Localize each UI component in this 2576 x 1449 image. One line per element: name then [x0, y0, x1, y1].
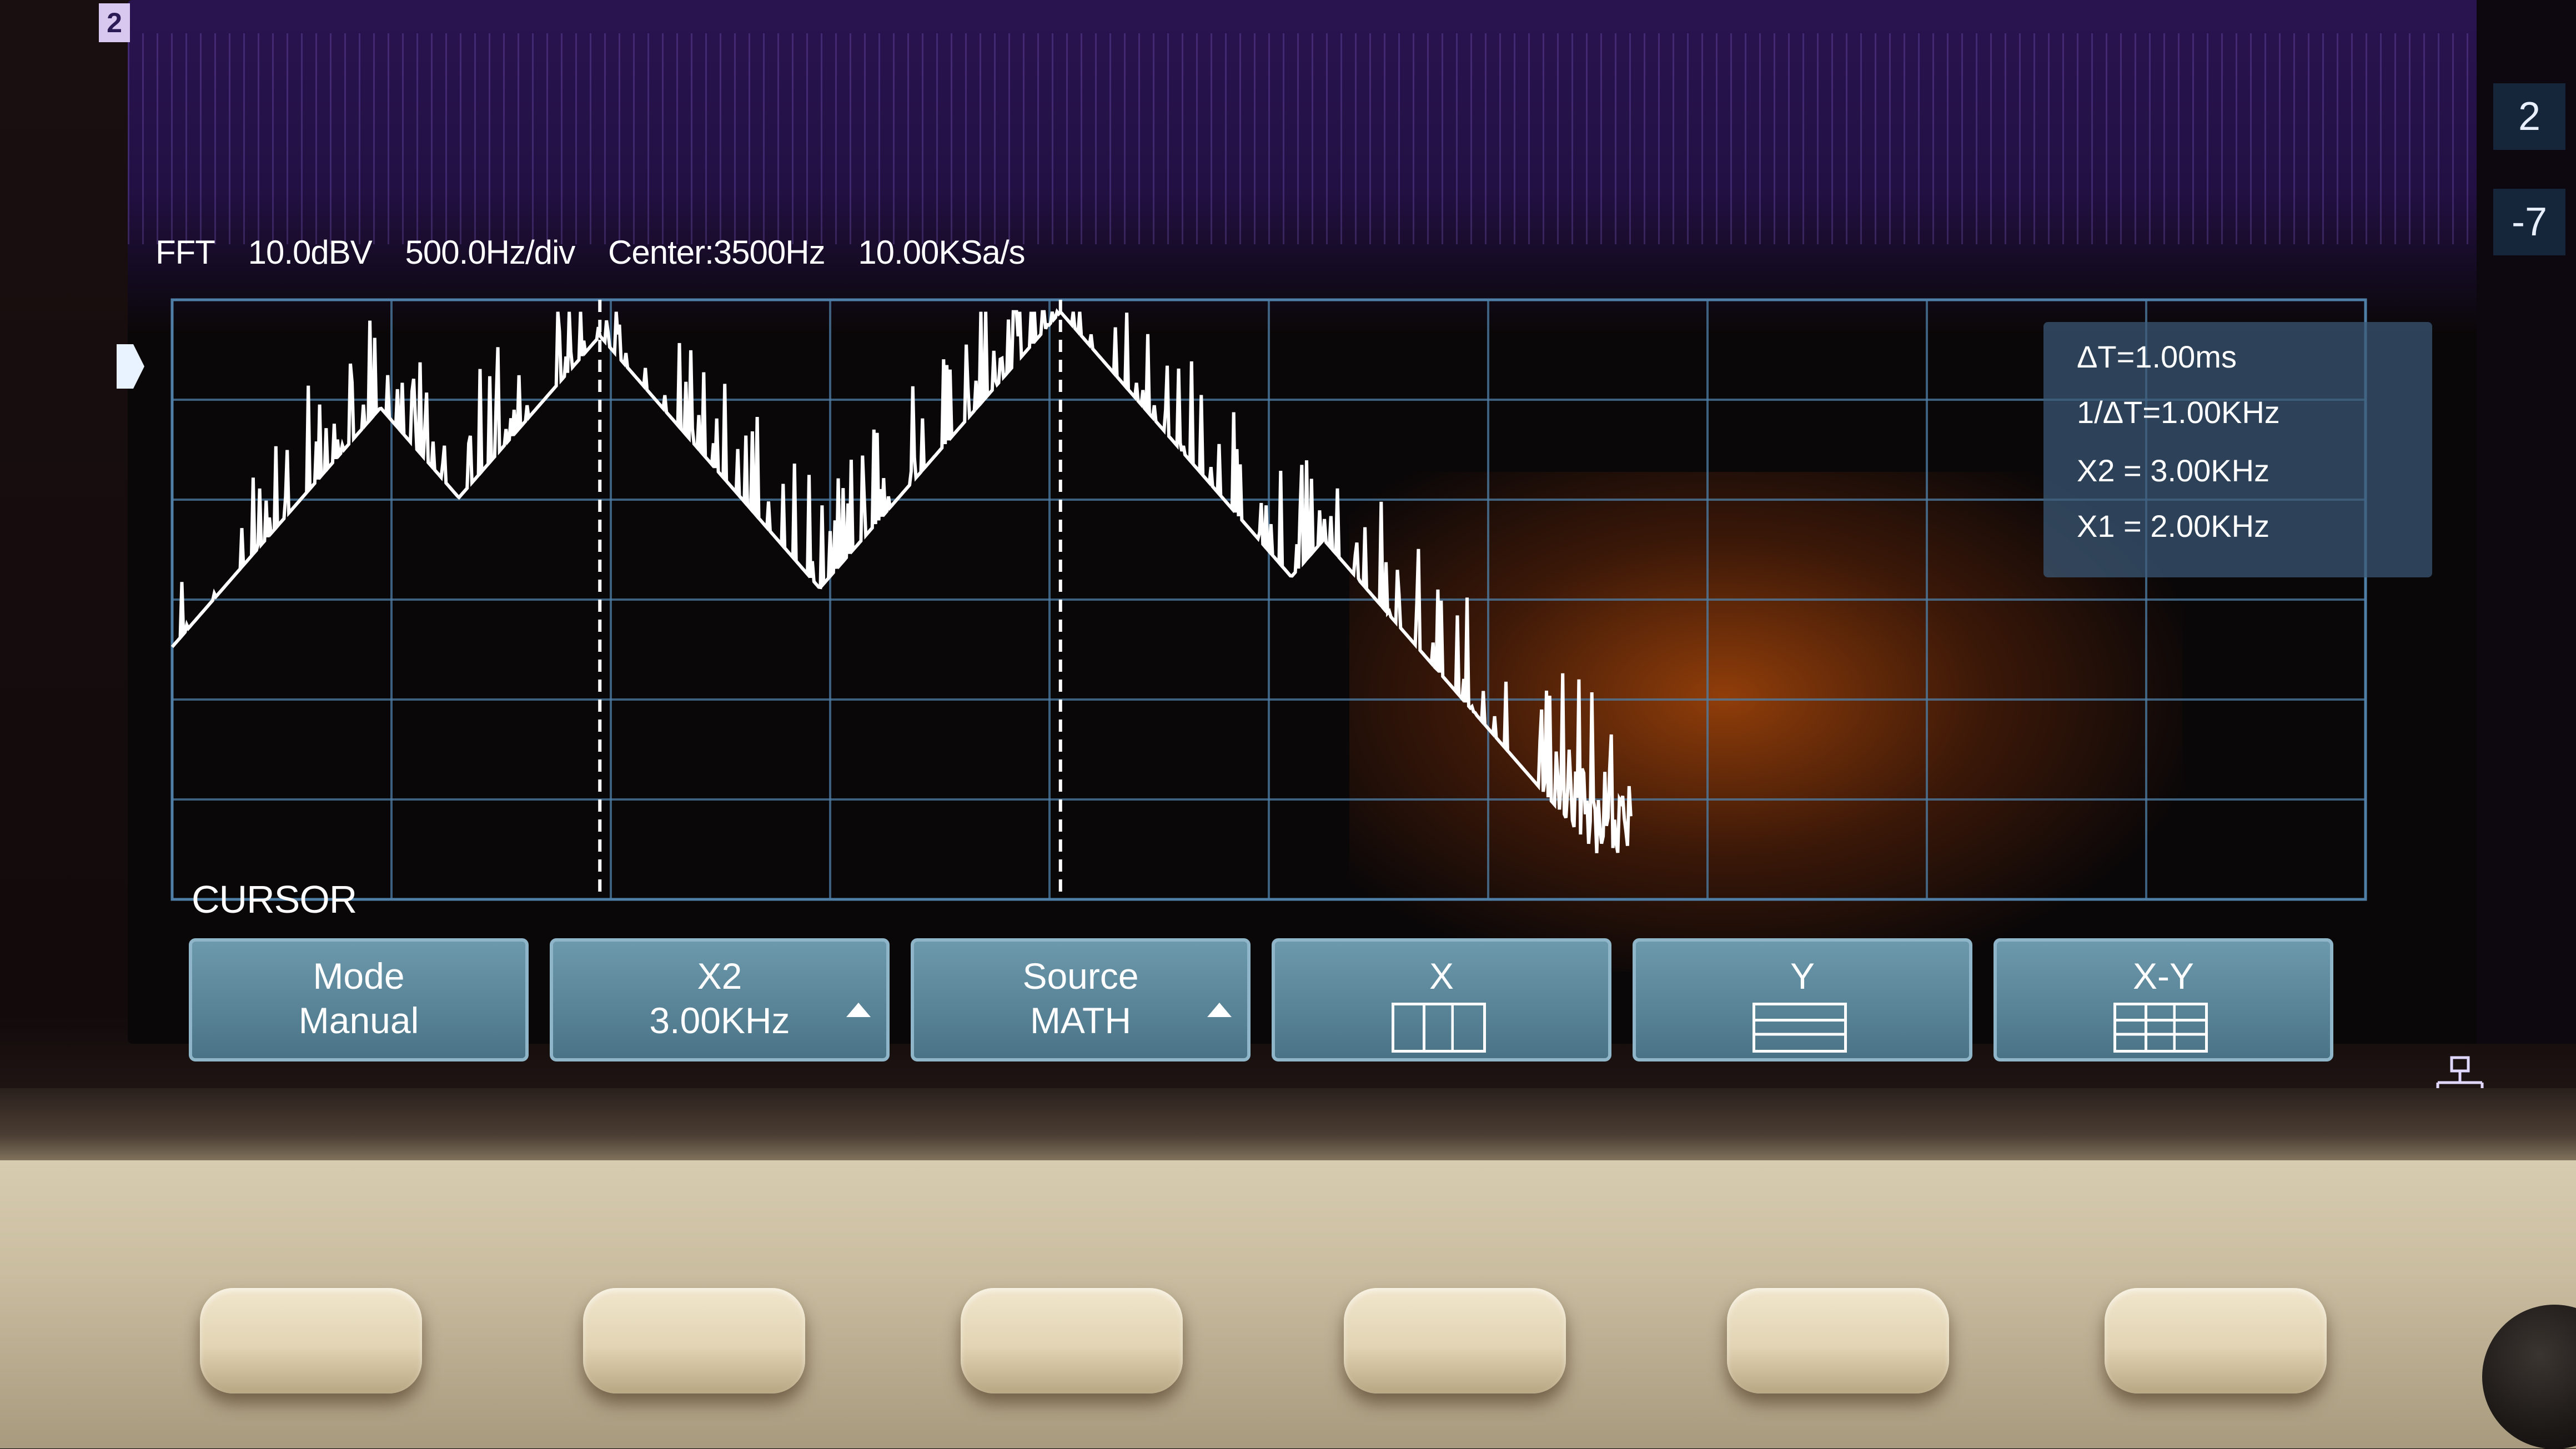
- xy-cursor-icon: [2113, 1003, 2208, 1053]
- source-softkey-label: Source: [1022, 955, 1139, 997]
- x1-readout: X1 = 2.00KHz: [2077, 509, 2270, 544]
- hardware-softkey-5[interactable]: [1727, 1288, 1949, 1393]
- cursor-readout-box: ΔT=1.00ms 1/ΔT=1.00KHz X2 = 3.00KHz X1 =…: [2043, 322, 2432, 577]
- source-softkey-value: MATH: [1030, 1000, 1132, 1041]
- hardware-softkey-6[interactable]: [2105, 1288, 2327, 1393]
- mode-softkey[interactable]: Mode Manual: [189, 938, 529, 1061]
- y-cursor-icon: [1753, 1003, 1847, 1053]
- xy-cursor-softkey[interactable]: X-Y: [1993, 938, 2333, 1061]
- y-cursor-softkey[interactable]: Y: [1633, 938, 1972, 1061]
- fft-scale: 10.0dBV: [248, 234, 373, 271]
- source-softkey[interactable]: Source MATH: [911, 938, 1251, 1061]
- mode-softkey-value: Manual: [298, 1000, 419, 1041]
- fft-span: 500.0Hz/div: [405, 234, 575, 271]
- fft-center: Center:3500Hz: [608, 234, 826, 271]
- hardware-softkey-4[interactable]: [1344, 1288, 1566, 1393]
- x-cursor-softkey[interactable]: X: [1272, 938, 1611, 1061]
- up-arrow-icon: [1207, 1003, 1232, 1017]
- hardware-softkey-1[interactable]: [200, 1288, 422, 1393]
- y-cursor-softkey-label: Y: [1790, 955, 1815, 997]
- fft-sample-rate: 10.00KSa/s: [858, 234, 1025, 271]
- menu-title: CURSOR: [192, 878, 357, 921]
- inv-delta-t-readout: 1/ΔT=1.00KHz: [2077, 395, 2280, 430]
- channel-badge: 2: [99, 3, 130, 42]
- rail-value-2: -7: [2493, 189, 2565, 255]
- front-panel-lip: [0, 1088, 2576, 1166]
- x-cursor-softkey-label: X: [1429, 955, 1454, 997]
- hardware-softkey-3[interactable]: [961, 1288, 1183, 1393]
- x2-softkey[interactable]: X2 3.00KHz: [550, 938, 890, 1061]
- mode-softkey-label: Mode: [313, 955, 405, 997]
- fft-header: FFT 10.0dBV 500.0Hz/div Center:3500Hz 10…: [155, 233, 1050, 271]
- channel-2-trace: [128, 33, 2504, 244]
- x-cursor-icon: [1392, 1003, 1486, 1053]
- x2-softkey-value: 3.00KHz: [649, 1000, 790, 1041]
- x2-softkey-label: X2: [697, 955, 742, 997]
- softkey-bar: Mode Manual X2 3.00KHz Source MATH X Y X…: [189, 938, 2576, 1099]
- hardware-softkey-2[interactable]: [583, 1288, 805, 1393]
- up-arrow-icon: [846, 1003, 871, 1017]
- xy-cursor-softkey-label: X-Y: [2132, 955, 2195, 997]
- x2-readout: X2 = 3.00KHz: [2077, 453, 2270, 488]
- fft-label: FFT: [155, 234, 215, 271]
- delta-t-readout: ΔT=1.00ms: [2077, 339, 2237, 374]
- right-rail: [2477, 0, 2576, 1044]
- rail-value-1: 2: [2493, 83, 2565, 150]
